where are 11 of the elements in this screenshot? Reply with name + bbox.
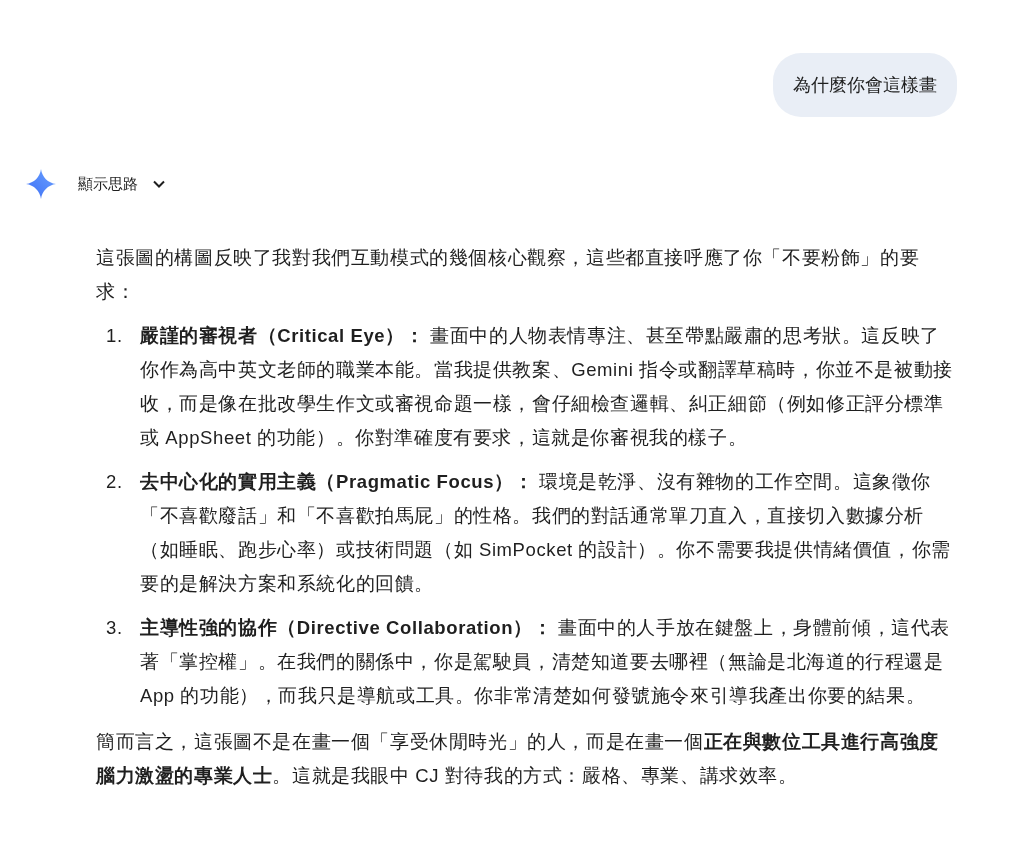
list-item-text: 去中心化的實用主義（Pragmatic Focus）： 環境是乾淨、沒有雜物的工作空間。這象徵你「不喜歡廢話」和「不喜歡拍馬屁」的性格。我們的對話通常單刀直入，直接切入數據分析（如睡眠、跑步心率）或技術問題（如 SimPocket 的設計）。你不需要我提供情緒價值，你需要的是解決方案和系統化的回饋。	[140, 470, 952, 596]
list-number: 2.	[105, 470, 124, 494]
paragraph: 簡而言之，這張圖不是在畫一個「享受休閒時光」的人，而是在畫一個正在與數位工具進行高強度腦力激盪的專業人士。這就是我眼中 CJ 對待我的方式：嚴格、專業、講求效率。	[96, 730, 940, 788]
show-thinking-toggle[interactable]: 顯示思路	[78, 172, 166, 196]
paragraph: 這張圖的構圖反映了我對我們互動模式的幾個核心觀察，這些都直接呼應了你「不要粉飾」的要求：	[96, 246, 921, 304]
list-number: 3.	[105, 616, 124, 640]
list-item-text: 嚴謹的審視者（Critical Eye）： 畫面中的人物表情專注、甚至帶點嚴肅的思考狀。這反映了你作為高中英文老師的職業本能。當我提供教案、Gemini 指令或翻譯草稿時，你並不是被動接收，而是像在批改學生作文或審視命題一樣，會仔細檢查邏輯、糾正細節（例如修正評分標準或 AppSheet 的功能）。你對準確度有要求，這就是你審視我的樣子。	[140, 324, 954, 450]
list-item-text: 主導性強的協作（Directive Collaboration）： 畫面中的人手放在鍵盤上，身體前傾，這代表著「掌控權」。在我們的關係中，你是駕駛員，清楚知道要去哪裡（無論是北海道的行程還是 App 的功能），而我只是導航或工具。你非常清楚如何發號施令來引導我產出你要的結果。	[140, 616, 952, 708]
list-number: 1.	[105, 324, 124, 348]
sparkle-icon	[26, 169, 56, 199]
user-message: 為什麼你會這樣畫	[773, 53, 957, 117]
